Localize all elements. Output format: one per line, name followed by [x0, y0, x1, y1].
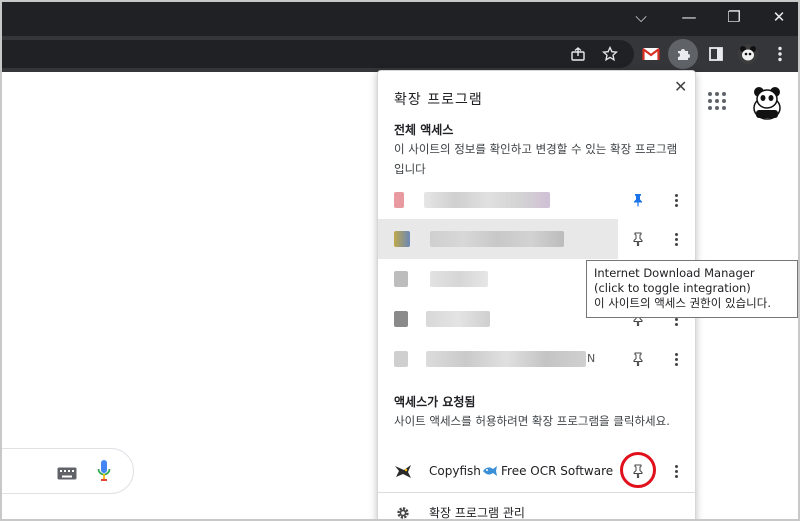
close-icon[interactable]: ✕ [674, 77, 687, 96]
pin-icon[interactable] [630, 229, 646, 249]
keyboard-icon[interactable] [57, 465, 77, 484]
pin-icon[interactable] [630, 190, 646, 210]
full-access-description: 이 사이트의 정보를 확인하고 변경할 수 있는 확장 프로그램입니다 [394, 142, 678, 176]
minimize-button[interactable]: — [666, 2, 712, 32]
extensions-puzzle-icon[interactable] [668, 39, 698, 69]
search-box[interactable] [2, 448, 134, 494]
gear-icon [396, 505, 410, 519]
browser-menu-icon[interactable] [768, 42, 792, 66]
access-requested-heading: 액세스가 요청됨 [394, 395, 476, 409]
share-icon[interactable] [566, 42, 590, 66]
extension-name-trailing: N [587, 352, 596, 365]
maximize-button[interactable]: ❐ [711, 2, 757, 32]
extension-icon [394, 192, 404, 208]
gmail-extension-icon[interactable] [639, 42, 663, 66]
extension-name-blurred [426, 351, 586, 367]
manage-extensions-label: 확장 프로그램 관리 [429, 506, 525, 520]
extension-name-blurred [426, 311, 490, 327]
extension-row-actions [378, 219, 697, 259]
tooltip-line: (click to toggle integration) [594, 281, 751, 295]
copyfish-icon [394, 462, 412, 484]
tooltip-line: 이 사이트의 액세스 권한이 있습니다. [594, 296, 771, 310]
extension-icon [394, 351, 408, 367]
extension-name-suffix: Free OCR Software [501, 464, 614, 478]
title-bar: ⌵ — ❐ ✕ [2, 2, 798, 36]
extension-icon [394, 311, 408, 327]
full-access-heading: 전체 액세스 [394, 123, 454, 137]
access-requested-description: 사이트 액세스를 허용하려면 확장 프로그램을 클릭하세요. [394, 414, 670, 428]
more-options-icon[interactable] [668, 349, 684, 369]
account-avatar[interactable] [752, 86, 782, 120]
tab-search-dropdown-icon[interactable]: ⌵ [618, 2, 664, 32]
manage-extensions-item[interactable]: 확장 프로그램 관리 [378, 499, 697, 520]
browser-toolbar [2, 36, 798, 72]
pin-icon[interactable] [630, 349, 646, 369]
google-apps-icon[interactable] [708, 92, 728, 112]
annotation-highlight-circle [620, 452, 656, 488]
extension-row[interactable] [378, 180, 697, 220]
more-options-icon[interactable] [668, 461, 684, 481]
bookmark-star-icon[interactable] [598, 42, 622, 66]
tooltip-line: Internet Download Manager [594, 266, 755, 280]
divider [378, 492, 697, 493]
extension-tooltip: Internet Download Manager (click to togg… [586, 260, 798, 318]
more-options-icon[interactable] [668, 190, 684, 210]
extension-name-blurred [424, 192, 550, 208]
extension-row[interactable]: N [378, 339, 697, 379]
extension-icon [394, 271, 408, 287]
address-bar[interactable] [2, 40, 634, 68]
extension-name-blurred [430, 271, 488, 287]
profile-avatar[interactable] [736, 42, 760, 66]
browser-window: ⌵ — ❐ ✕ 확장 프로그램 ✕ 전체 액세스 이 사이트의 정보를 확인하고… [0, 0, 800, 521]
side-panel-icon[interactable] [704, 42, 728, 66]
more-options-icon[interactable] [668, 229, 684, 249]
fish-emoji-icon [482, 463, 498, 482]
popup-title: 확장 프로그램 [394, 92, 483, 108]
close-window-button[interactable]: ✕ [756, 2, 798, 32]
extension-name: Copyfish [429, 464, 481, 478]
voice-search-mic-icon[interactable] [97, 459, 111, 487]
